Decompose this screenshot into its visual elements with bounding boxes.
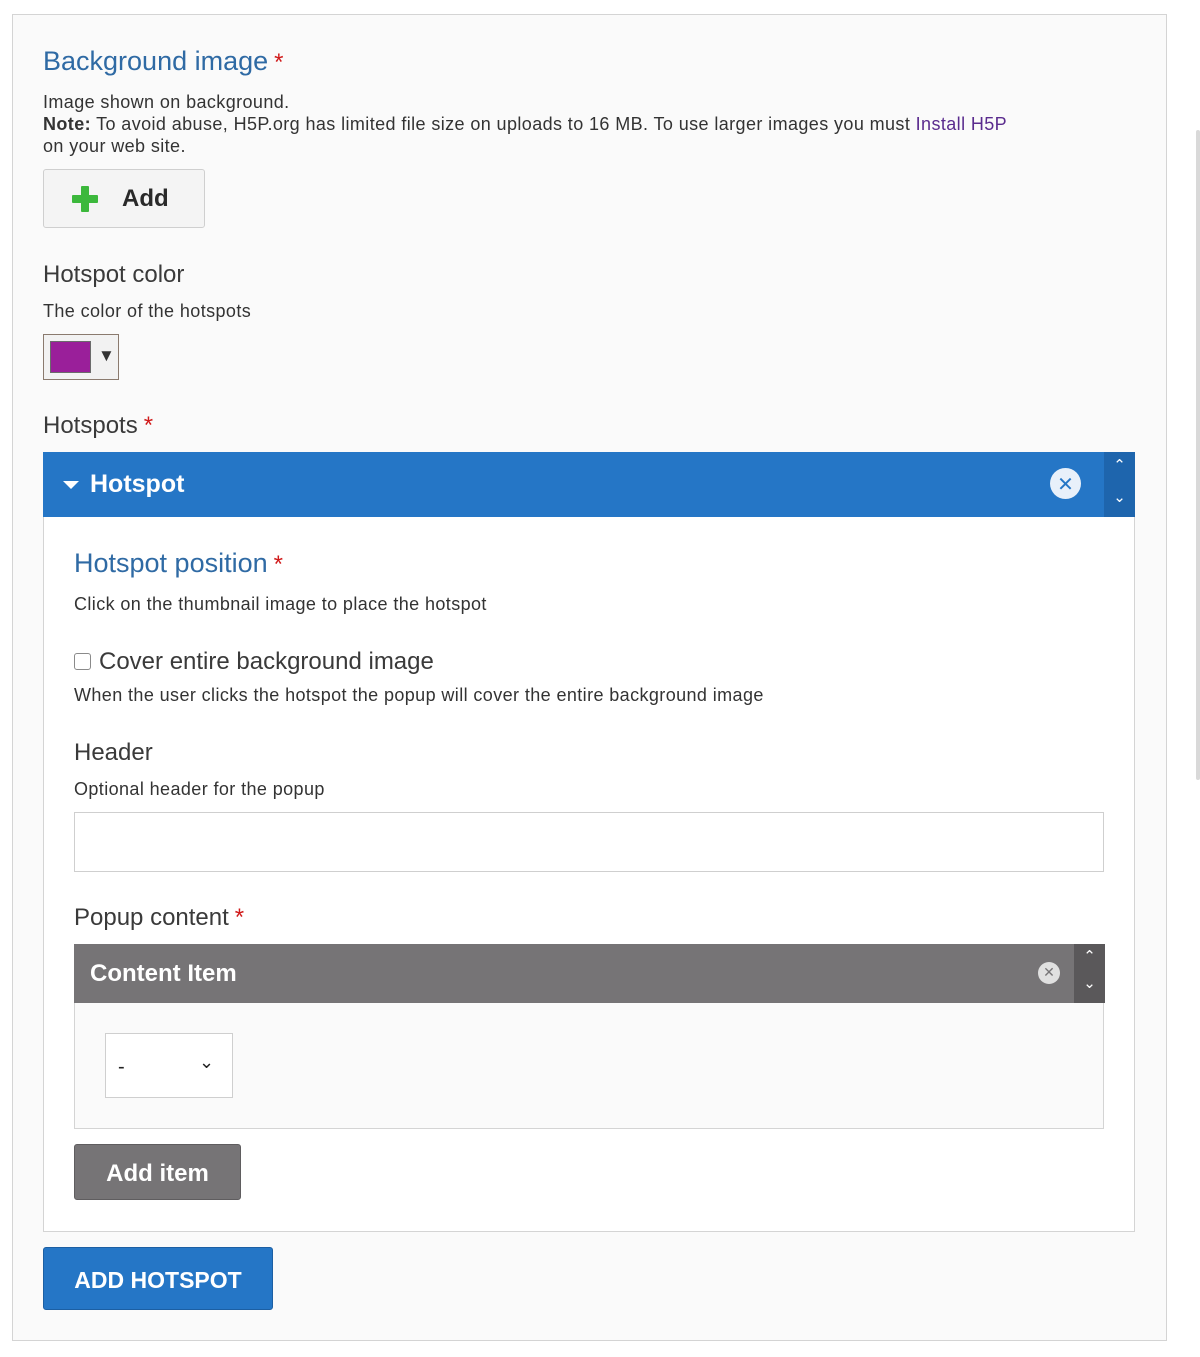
add-hotspot-label: ADD HOTSPOT [74, 1267, 242, 1293]
cover-background-label[interactable]: Cover entire background image [99, 648, 434, 676]
hotspot-position-title: Hotspot position [74, 548, 268, 578]
hotspots-title: Hotspots [43, 412, 138, 439]
remove-hotspot-icon[interactable]: ✕ [1050, 468, 1081, 499]
hotspot-position-heading: Hotspot position * [74, 548, 283, 579]
chevron-up-icon[interactable]: ⌃ [1074, 947, 1105, 965]
background-image-heading: Background image * [43, 46, 283, 77]
hotspot-color-picker[interactable]: ▼ [43, 334, 119, 380]
background-image-description: Image shown on background. Note: To avoi… [43, 91, 1153, 157]
add-image-button[interactable]: Add [43, 169, 205, 228]
required-asterisk: * [143, 412, 154, 439]
upload-note: Note: To avoid abuse, H5P.org has limite… [43, 113, 1153, 135]
hotspots-heading: Hotspots * [43, 412, 153, 440]
background-image-title: Background image [43, 46, 269, 76]
hotspot-color-title: Hotspot color [43, 261, 185, 288]
header-field-title: Header [74, 739, 153, 766]
chevron-down-icon: ⌄ [199, 1052, 215, 1073]
content-type-select[interactable]: - ⌄ [105, 1033, 233, 1098]
popup-content-heading: Popup content * [74, 904, 244, 932]
chevron-up-icon[interactable]: ⌃ [1104, 456, 1135, 474]
hotspot-order-controls: ⌃ ⌄ [1104, 452, 1135, 517]
required-asterisk: * [234, 904, 245, 931]
background-image-help: Image shown on background. [43, 92, 290, 112]
required-asterisk: * [273, 551, 283, 578]
caret-down-icon: ▼ [98, 346, 115, 365]
color-swatch [50, 341, 91, 373]
hotspot-item-header[interactable]: Hotspot ✕ ⌃ ⌄ [43, 452, 1135, 517]
hotspot-position-description: Click on the thumbnail image to place th… [74, 594, 487, 614]
note-text: To avoid abuse, H5P.org has limited file… [91, 114, 916, 134]
content-item-title: Content Item [90, 960, 237, 987]
install-h5p-link[interactable]: Install H5P [916, 114, 1007, 134]
header-field-description: Optional header for the popup [74, 779, 325, 799]
cover-background-checkbox[interactable] [74, 653, 91, 670]
add-image-label: Add [122, 185, 169, 212]
remove-content-item-icon[interactable]: ✕ [1038, 962, 1060, 984]
chevron-down-icon[interactable]: ⌄ [1104, 488, 1135, 506]
note-tail: on your web site. [43, 136, 186, 156]
header-input[interactable] [74, 812, 1104, 872]
hotspot-color-description: The color of the hotspots [43, 301, 252, 321]
hotspot-item-title: Hotspot [90, 470, 185, 498]
add-item-label: Add item [106, 1160, 209, 1187]
chevron-down-icon[interactable]: ⌄ [1074, 974, 1105, 992]
popup-content-title: Popup content [74, 904, 229, 931]
collapse-caret-icon[interactable] [63, 481, 79, 489]
content-item-header[interactable]: Content Item ✕ ⌃ ⌄ [74, 944, 1105, 1003]
page-scrollbar[interactable] [1196, 130, 1200, 780]
plus-icon [72, 186, 98, 212]
note-label: Note: [43, 114, 91, 134]
cover-background-description: When the user clicks the hotspot the pop… [74, 685, 764, 705]
content-type-value: - [118, 1056, 125, 1078]
required-asterisk: * [274, 49, 284, 76]
content-item-order-controls: ⌃ ⌄ [1074, 944, 1105, 1003]
add-item-button[interactable]: Add item [74, 1144, 241, 1200]
add-hotspot-button[interactable]: ADD HOTSPOT [43, 1247, 273, 1310]
